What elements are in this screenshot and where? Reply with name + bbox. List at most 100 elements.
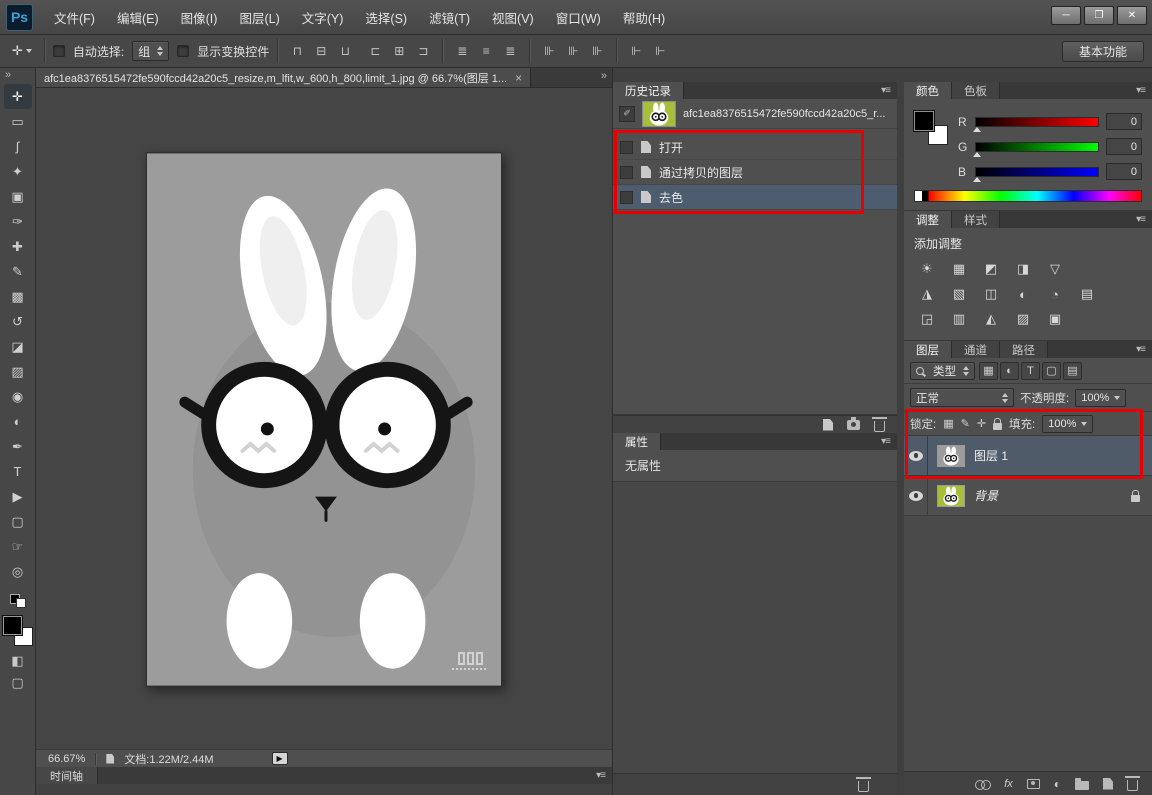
- history-brush-well[interactable]: [620, 165, 633, 179]
- screen-mode-icon[interactable]: ▢: [5, 672, 31, 694]
- delete-layer-icon[interactable]: [1125, 775, 1140, 791]
- restore-button[interactable]: ❐: [1084, 6, 1114, 25]
- current-tool-icon[interactable]: ✛: [8, 41, 36, 61]
- adjustment-icon[interactable]: ▤: [1074, 284, 1100, 304]
- delete-icon[interactable]: [856, 776, 871, 792]
- align-icon[interactable]: ⊐: [412, 41, 434, 61]
- adjustment-icon[interactable]: ◔: [1042, 284, 1068, 304]
- tab-properties[interactable]: 属性: [613, 433, 661, 450]
- adjustment-icon[interactable]: ◲: [914, 309, 940, 329]
- panel-menu-icon[interactable]: ▾≡: [881, 85, 897, 96]
- default-colors-icon[interactable]: [9, 594, 26, 608]
- shape-tool-icon[interactable]: ▢: [4, 509, 32, 534]
- show-transform-checkbox[interactable]: [177, 45, 190, 57]
- distribute-icon[interactable]: ≣: [499, 41, 521, 61]
- menu-item[interactable]: 窗口(W): [545, 0, 612, 34]
- blend-mode-dropdown[interactable]: 正常: [910, 388, 1014, 407]
- channel-slider[interactable]: [973, 141, 1099, 157]
- layer-filter-icon[interactable]: ▦: [979, 361, 998, 380]
- tab-timeline[interactable]: 时间轴: [36, 767, 98, 784]
- history-step-layer-via-copy[interactable]: 通过拷贝的图层: [613, 160, 897, 185]
- zoom-tool-icon[interactable]: ◎: [4, 559, 32, 584]
- panel-menu-icon[interactable]: ▾≡: [596, 770, 612, 781]
- layer-filter-icon[interactable]: ▤: [1063, 361, 1082, 380]
- adjustment-icon[interactable]: ▦: [946, 259, 972, 279]
- document-image[interactable]: [146, 152, 502, 687]
- adjustment-icon[interactable]: ▨: [1010, 309, 1036, 329]
- rectangular-marquee-tool-icon[interactable]: ▭: [4, 109, 32, 134]
- expand-panels-chevron-icon[interactable]: »: [596, 68, 612, 83]
- tab-layers[interactable]: 图层: [904, 341, 952, 358]
- align-icon[interactable]: ⊏: [364, 41, 386, 61]
- eyedropper-tool-icon[interactable]: ✑: [4, 209, 32, 234]
- panel-menu-icon[interactable]: ▾≡: [1136, 85, 1152, 96]
- filter-type-dropdown[interactable]: 类型: [910, 361, 975, 380]
- new-layer-icon[interactable]: [1103, 777, 1113, 790]
- distribute-icon[interactable]: ⊪: [586, 41, 608, 61]
- document-tab[interactable]: afc1ea8376515472fe590fccd42a20c5_resize,…: [36, 68, 532, 87]
- layer-row-background[interactable]: 背景: [904, 476, 1152, 516]
- history-brush-well[interactable]: [620, 190, 633, 204]
- adjustment-icon[interactable]: ◩: [978, 259, 1004, 279]
- foreground-color-swatch[interactable]: [914, 111, 934, 131]
- new-group-icon[interactable]: [1075, 777, 1089, 790]
- align-options-icon[interactable]: ⊩: [625, 41, 647, 61]
- align-icon[interactable]: ⊟: [310, 41, 332, 61]
- slider-marker-icon[interactable]: [973, 176, 981, 182]
- distribute-icon[interactable]: ≣: [451, 41, 473, 61]
- lock-pixels-icon[interactable]: ✎: [961, 417, 970, 430]
- menu-item[interactable]: 视图(V): [481, 0, 545, 34]
- type-tool-icon[interactable]: T: [4, 459, 32, 484]
- channel-value-field[interactable]: 0: [1106, 163, 1142, 180]
- hand-tool-icon[interactable]: ☞: [4, 534, 32, 559]
- collapse-tools-chevron-icon[interactable]: »: [0, 68, 16, 82]
- adjustment-icon[interactable]: ◐: [1010, 284, 1036, 304]
- panel-menu-icon[interactable]: ▾≡: [881, 436, 897, 447]
- lock-position-icon[interactable]: ✛: [977, 417, 986, 430]
- menu-item[interactable]: 选择(S): [354, 0, 418, 34]
- auto-select-target-dropdown[interactable]: 组: [132, 41, 170, 61]
- tab-styles[interactable]: 样式: [952, 211, 1000, 228]
- menu-item[interactable]: 帮助(H): [612, 0, 676, 34]
- lasso-tool-icon[interactable]: ʃ: [4, 134, 32, 159]
- canvas[interactable]: [36, 88, 612, 749]
- status-flyout-icon[interactable]: ▶: [271, 752, 288, 765]
- tab-swatches[interactable]: 色板: [952, 82, 1000, 99]
- quick-selection-tool-icon[interactable]: ✦: [4, 159, 32, 184]
- channel-slider[interactable]: [973, 166, 1099, 182]
- distribute-icon[interactable]: ≡: [475, 41, 497, 61]
- history-brush-well[interactable]: [620, 140, 633, 154]
- history-step-open[interactable]: 打开: [613, 135, 897, 160]
- adjustment-icon[interactable]: ◫: [978, 284, 1004, 304]
- visibility-toggle[interactable]: [904, 436, 928, 475]
- adjustment-icon[interactable]: ◨: [1010, 259, 1036, 279]
- new-document-from-state-icon[interactable]: [823, 418, 833, 431]
- opacity-dropdown[interactable]: 100%: [1075, 388, 1127, 407]
- path-selection-tool-icon[interactable]: ▶: [4, 484, 32, 509]
- dodge-tool-icon[interactable]: ◐: [4, 409, 32, 434]
- menu-item[interactable]: 图像(I): [170, 0, 229, 34]
- layer-style-fx-icon[interactable]: fx: [1004, 778, 1013, 790]
- healing-brush-tool-icon[interactable]: ✚: [4, 234, 32, 259]
- slider-marker-icon[interactable]: [973, 151, 981, 157]
- lock-transparency-icon[interactable]: ▦: [943, 417, 953, 430]
- channel-value-field[interactable]: 0: [1106, 113, 1142, 130]
- tab-history[interactable]: 历史记录: [613, 82, 684, 99]
- distribute-icon[interactable]: ⊪: [538, 41, 560, 61]
- menu-item[interactable]: 编辑(E): [106, 0, 170, 34]
- gradient-tool-icon[interactable]: ▨: [4, 359, 32, 384]
- layer-filter-icon[interactable]: T: [1021, 361, 1040, 380]
- channel-value-field[interactable]: 0: [1106, 138, 1142, 155]
- delete-state-icon[interactable]: [872, 416, 887, 432]
- distribute-icon[interactable]: ⊪: [562, 41, 584, 61]
- adjustment-icon[interactable]: ▽: [1042, 259, 1068, 279]
- crop-tool-icon[interactable]: ▣: [4, 184, 32, 209]
- tab-color[interactable]: 颜色: [904, 82, 952, 99]
- history-brush-tool-icon[interactable]: ↺: [4, 309, 32, 334]
- adjustment-icon[interactable]: ◮: [914, 284, 940, 304]
- layer-thumbnail[interactable]: [937, 444, 965, 467]
- foreground-background-swatches[interactable]: [2, 616, 33, 646]
- new-snapshot-icon[interactable]: [847, 416, 860, 430]
- slider-marker-icon[interactable]: [973, 126, 981, 132]
- new-adjustment-layer-icon[interactable]: ◐: [1054, 777, 1061, 791]
